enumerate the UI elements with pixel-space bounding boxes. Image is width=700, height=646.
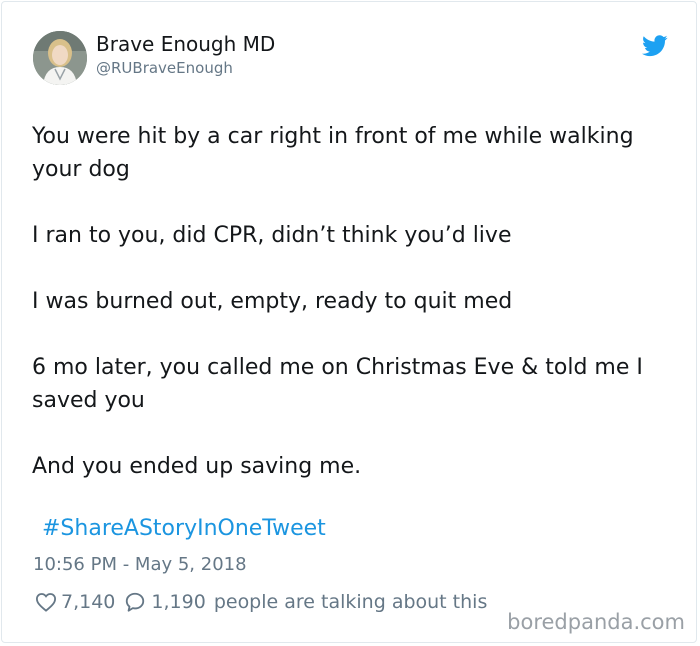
twitter-bird-icon[interactable]	[642, 35, 668, 57]
tweet-paragraph: 6 mo later, you called me on Christmas E…	[32, 355, 643, 413]
profile-photo	[33, 31, 87, 85]
heart-outline-icon[interactable]	[35, 592, 57, 612]
tweet-text: You were hit by a car right in front of …	[32, 120, 662, 483]
speech-bubble-icon[interactable]	[124, 591, 146, 613]
author-display-name[interactable]: Brave Enough MD	[96, 32, 275, 56]
tweet-paragraph: I was burned out, empty, ready to quit m…	[32, 289, 513, 314]
tweet-paragraph: You were hit by a car right in front of …	[32, 124, 634, 182]
tweet-paragraph: I ran to you, did CPR, didn’t think you’…	[32, 223, 512, 248]
reply-count[interactable]: 1,190	[151, 591, 205, 613]
hashtag-link[interactable]: #ShareAStoryInOneTweet	[42, 516, 326, 541]
watermark: boredpanda.com	[507, 610, 685, 634]
author-handle[interactable]: @RUBraveEnough	[96, 59, 233, 77]
like-count[interactable]: 7,140	[61, 591, 115, 613]
talking-about-label[interactable]: people are talking about this	[214, 591, 488, 613]
engagement-bar: 7,140 1,190 people are talking about thi…	[35, 591, 487, 613]
avatar[interactable]	[33, 31, 87, 85]
tweet-timestamp[interactable]: 10:56 PM - May 5, 2018	[33, 554, 247, 575]
tweet-paragraph: And you ended up saving me.	[32, 454, 362, 479]
